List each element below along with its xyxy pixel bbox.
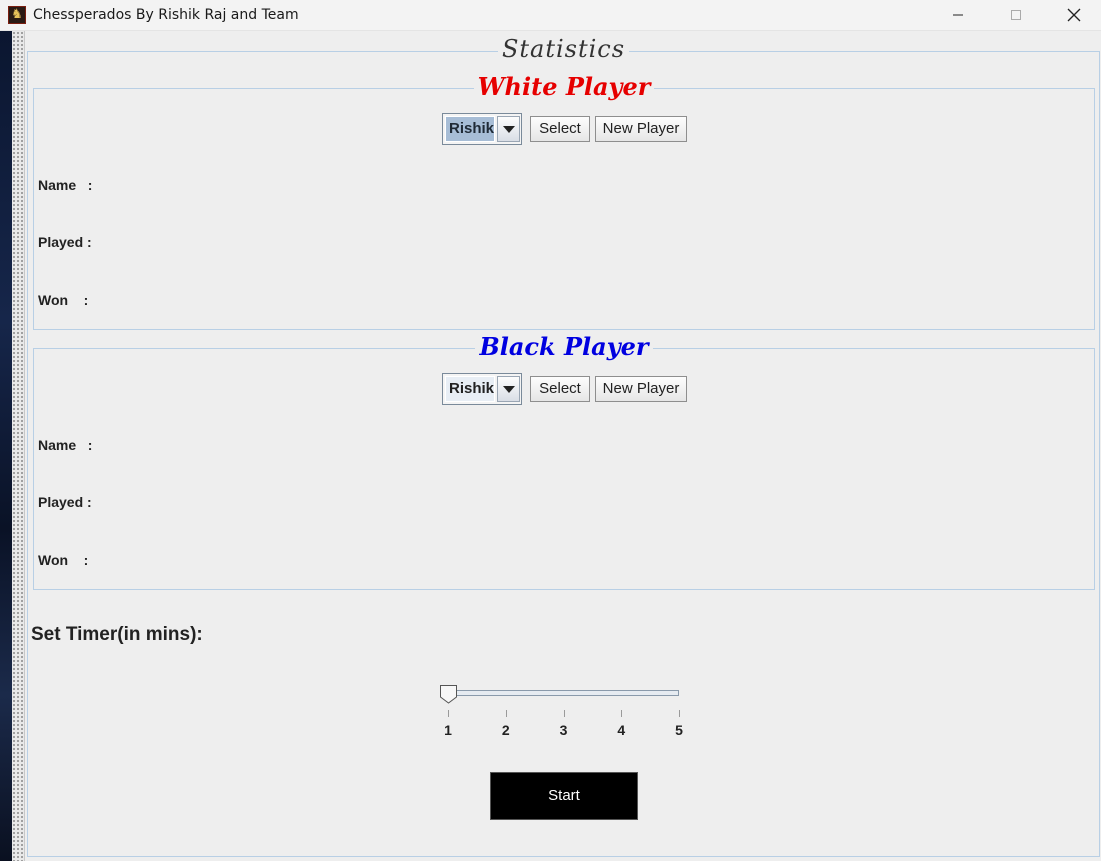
window-resize-edge[interactable] bbox=[12, 31, 25, 861]
dropdown-arrow-button[interactable] bbox=[497, 376, 520, 402]
desktop-background bbox=[0, 31, 12, 861]
black-new-player-button[interactable]: New Player bbox=[595, 376, 687, 402]
close-icon bbox=[1067, 8, 1081, 22]
white-played-label: Played : bbox=[38, 234, 92, 250]
slider-tick bbox=[563, 710, 565, 717]
maximize-button[interactable] bbox=[987, 0, 1045, 30]
slider-tick bbox=[505, 710, 507, 717]
white-player-panel: White Player Rishik Select New Player Na… bbox=[33, 72, 1095, 330]
statistics-title: Statistics bbox=[497, 35, 630, 63]
slider-tick bbox=[621, 710, 623, 717]
slider-tick-label: 3 bbox=[559, 722, 568, 738]
slider-tick bbox=[448, 710, 449, 717]
black-select-button[interactable]: Select bbox=[530, 376, 590, 402]
black-played-label: Played : bbox=[38, 494, 92, 510]
start-button[interactable]: Start bbox=[490, 772, 638, 820]
window-title: Chessperados By Rishik Raj and Team bbox=[33, 7, 299, 23]
slider-tick-label: 1 bbox=[444, 722, 452, 738]
white-new-player-button[interactable]: New Player bbox=[595, 116, 687, 142]
slider-tick-label: 2 bbox=[501, 722, 510, 738]
white-player-selected: Rishik bbox=[445, 116, 495, 142]
chevron-down-icon bbox=[502, 125, 515, 133]
black-player-dropdown[interactable]: Rishik bbox=[442, 373, 522, 405]
timer-label: Set Timer(in mins): bbox=[31, 624, 203, 645]
chess-app-icon: ♞ bbox=[8, 6, 26, 24]
white-name-label: Name : bbox=[38, 177, 93, 193]
minimize-icon bbox=[953, 14, 963, 16]
slider-track[interactable] bbox=[448, 690, 679, 696]
slider-tick-label: 5 bbox=[675, 722, 683, 738]
dropdown-arrow-button[interactable] bbox=[497, 116, 520, 142]
black-name-label: Name : bbox=[38, 437, 93, 453]
chevron-down-icon bbox=[502, 385, 515, 393]
maximize-icon bbox=[1011, 10, 1021, 20]
window-title-bar: ♞ Chessperados By Rishik Raj and Team bbox=[0, 0, 1101, 31]
slider-thumb[interactable] bbox=[439, 684, 459, 704]
slider-tick bbox=[679, 710, 680, 717]
black-won-label: Won : bbox=[38, 552, 89, 568]
minimize-button[interactable] bbox=[929, 0, 987, 30]
black-player-selected: Rishik bbox=[445, 376, 495, 402]
slider-tick-label: 4 bbox=[617, 722, 626, 738]
white-player-dropdown[interactable]: Rishik bbox=[442, 113, 522, 145]
white-select-button[interactable]: Select bbox=[530, 116, 590, 142]
white-won-label: Won : bbox=[38, 292, 89, 308]
black-player-panel: Black Player Rishik Select New Player Na… bbox=[33, 332, 1095, 590]
close-button[interactable] bbox=[1045, 0, 1101, 30]
timer-slider[interactable]: 1 2 3 4 5 bbox=[438, 684, 688, 744]
